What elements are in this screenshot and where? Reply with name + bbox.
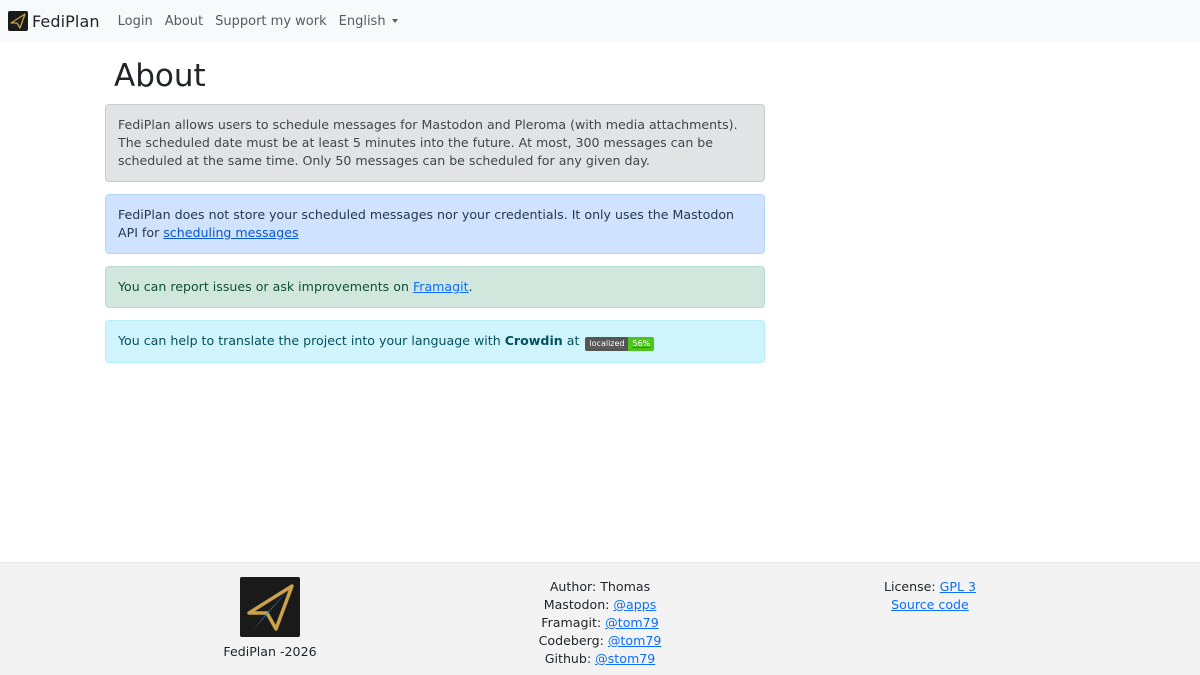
- footer-brand: FediPlan -2026: [200, 577, 340, 661]
- top-navbar: FediPlan Login About Support my work Eng…: [0, 0, 1200, 42]
- mastodon-label: Mastodon:: [543, 597, 614, 612]
- language-label: English: [338, 13, 386, 29]
- footer-license: License: GPL 3 Source code: [860, 578, 1000, 614]
- nav-about[interactable]: About: [165, 14, 203, 29]
- footer-github: Github: @stom79: [500, 650, 700, 668]
- translate-at: at: [562, 333, 580, 348]
- scheduling-messages-link[interactable]: scheduling messages: [163, 225, 298, 240]
- footer-mastodon: Mastodon: @apps: [500, 596, 700, 614]
- brand-name: FediPlan: [32, 11, 100, 31]
- license-link[interactable]: GPL 3: [940, 579, 976, 594]
- alert-translate: You can help to translate the project in…: [105, 320, 765, 363]
- footer-source: Source code: [860, 596, 1000, 614]
- nav-login[interactable]: Login: [118, 14, 153, 29]
- license-label: License:: [883, 579, 940, 594]
- framagit-label: Framagit:: [541, 615, 606, 630]
- badge-label: localized: [585, 337, 629, 351]
- paper-plane-logo-icon: [8, 11, 28, 31]
- footer-codeberg: Codeberg: @tom79: [500, 632, 700, 650]
- github-label: Github:: [544, 651, 596, 666]
- main-content: About FediPlan allows users to schedule …: [105, 56, 765, 375]
- caret-down-icon: [391, 19, 398, 23]
- page-footer: FediPlan -2026 Author: Thomas Mastodon: …: [0, 562, 1200, 675]
- github-link[interactable]: @stom79: [595, 651, 655, 666]
- footer-author: Author: Thomas Mastodon: @apps Framagit:…: [500, 578, 700, 668]
- issues-text: You can report issues or ask improvement…: [118, 279, 413, 294]
- framagit-profile-link[interactable]: @tom79: [605, 615, 659, 630]
- nav-support[interactable]: Support my work: [215, 14, 326, 29]
- mastodon-link[interactable]: @apps: [613, 597, 656, 612]
- general-info-line2: The scheduled date must be at least 5 mi…: [118, 135, 714, 168]
- paper-plane-logo-icon: [240, 577, 300, 637]
- source-code-link[interactable]: Source code: [891, 597, 969, 612]
- crowdin-name: Crowdin: [504, 333, 563, 348]
- framagit-link[interactable]: Framagit: [413, 279, 469, 294]
- brand-link[interactable]: FediPlan: [8, 11, 100, 31]
- crowdin-localized-badge[interactable]: localized 56%: [585, 337, 655, 351]
- badge-value: 56%: [628, 337, 655, 351]
- issues-end: .: [468, 279, 473, 294]
- footer-license-line: License: GPL 3: [860, 578, 1000, 596]
- alert-privacy: FediPlan does not store your scheduled m…: [105, 194, 765, 254]
- translate-text: You can help to translate the project in…: [118, 333, 505, 348]
- footer-author-name: Author: Thomas: [549, 579, 651, 594]
- alert-issues: You can report issues or ask improvement…: [105, 266, 765, 308]
- language-dropdown[interactable]: English: [339, 14, 398, 29]
- alert-general-info: FediPlan allows users to schedule messag…: [105, 104, 765, 182]
- codeberg-label: Codeberg:: [538, 633, 608, 648]
- codeberg-link[interactable]: @tom79: [608, 633, 662, 648]
- footer-framagit: Framagit: @tom79: [500, 614, 700, 632]
- page-title: About: [114, 58, 206, 94]
- general-info-line1: FediPlan allows users to schedule messag…: [118, 117, 738, 132]
- footer-copyright: FediPlan -2026: [223, 644, 317, 659]
